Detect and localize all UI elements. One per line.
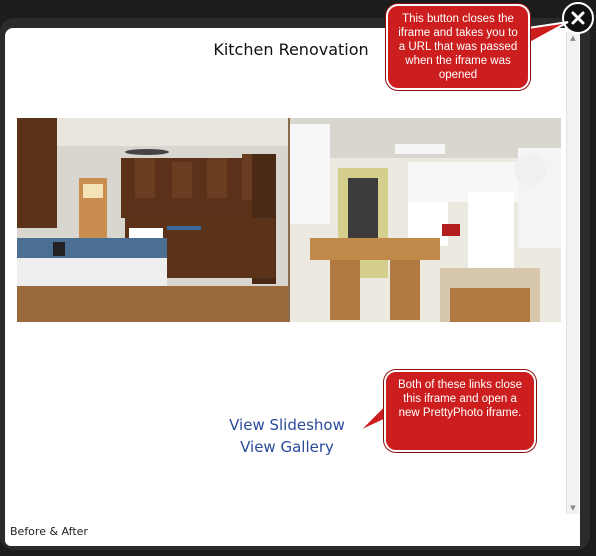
view-slideshow-link[interactable]: View Slideshow: [227, 414, 347, 436]
iframe-content: Kitchen Renovation View Slideshow View G…: [5, 28, 580, 546]
link-group: View Slideshow View Gallery: [227, 414, 347, 458]
view-gallery-link[interactable]: View Gallery: [227, 436, 347, 458]
vertical-scrollbar[interactable]: ▲ ▼: [566, 32, 579, 514]
before-photo: [17, 118, 288, 322]
after-photo: [290, 118, 561, 322]
close-icon: [571, 11, 585, 25]
caption-footer: Before & After: [10, 525, 88, 538]
callout-pointer-close: [527, 21, 569, 46]
links-callout: Both of these links close this iframe an…: [384, 370, 536, 452]
scroll-down-arrow[interactable]: ▼: [567, 502, 579, 514]
before-after-photo: [17, 118, 561, 322]
close-callout: This button closes the iframe and takes …: [386, 4, 530, 90]
